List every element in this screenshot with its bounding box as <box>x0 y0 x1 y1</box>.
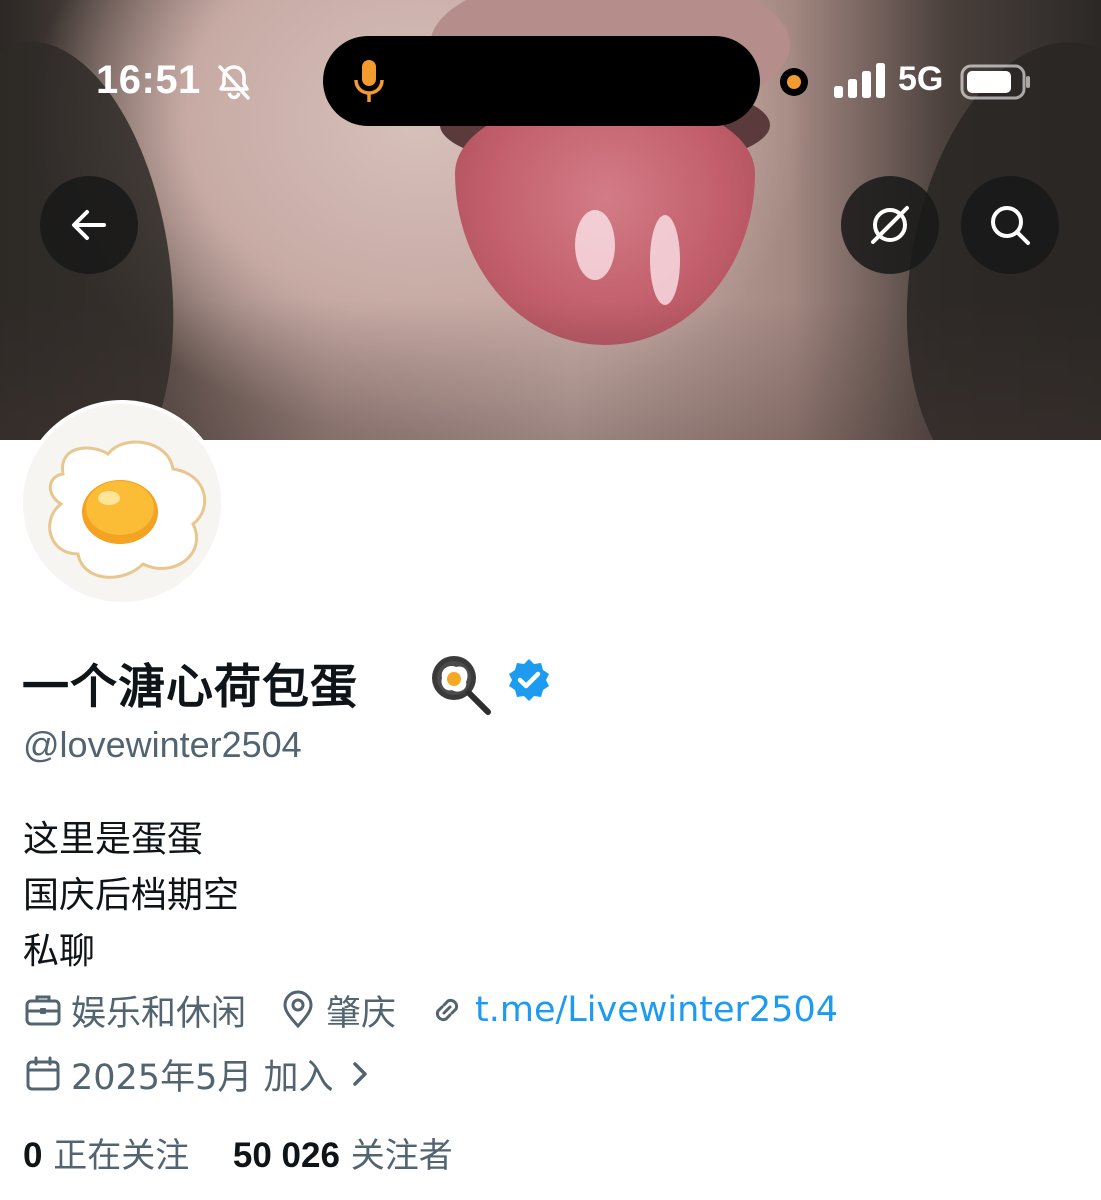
calendar-icon <box>26 1056 60 1091</box>
banner-highlight <box>575 210 615 280</box>
status-time: 16:51 <box>96 58 201 102</box>
followers-label: 关注者 <box>350 1136 453 1176</box>
signal-icon <box>834 63 885 98</box>
bell-slash-icon <box>218 65 250 100</box>
avatar[interactable] <box>23 404 221 602</box>
joined-label: 2025年5月 加入 <box>71 1057 334 1098</box>
profile-joined[interactable]: 2025年5月 加入 <box>23 1050 375 1098</box>
search-icon <box>991 206 1030 245</box>
network-type: 5G <box>898 60 944 98</box>
display-name: 一个溏心荷包蛋 <box>22 660 358 715</box>
battery-icon <box>960 64 1030 100</box>
following-count: 0 <box>23 1136 43 1175</box>
profile-stats: 0 正在关注 50 026 关注者 <box>23 1128 453 1177</box>
fried-egg-avatar <box>48 440 207 579</box>
link-icon <box>435 998 459 1022</box>
followers-stat[interactable]: 50 026 关注者 <box>233 1136 453 1176</box>
dynamic-island <box>323 36 760 126</box>
location-pin-icon <box>283 990 313 1029</box>
arrow-left-icon <box>72 210 106 240</box>
banner-highlight <box>650 215 680 305</box>
bio-line: 私聊 <box>23 931 96 972</box>
search-button[interactable] <box>961 176 1059 274</box>
grok-icon <box>871 206 909 244</box>
recording-dot-icon <box>780 68 808 96</box>
following-stat[interactable]: 0 正在关注 <box>23 1136 189 1176</box>
category-label: 娱乐和休闲 <box>71 993 247 1034</box>
chevron-right-icon <box>353 1062 368 1086</box>
verified-badge-icon[interactable] <box>506 657 552 703</box>
microphone-icon <box>354 60 384 102</box>
profile-link[interactable]: t.me/Livewinter2504 <box>427 986 838 1034</box>
frying-pan-egg-emoji <box>432 656 491 715</box>
briefcase-icon <box>25 995 61 1026</box>
grok-button[interactable] <box>841 176 939 274</box>
location-label: 肇庆 <box>326 993 397 1034</box>
following-label: 正在关注 <box>53 1136 190 1176</box>
link-label[interactable]: t.me/Livewinter2504 <box>475 990 838 1030</box>
bio-line: 国庆后档期空 <box>23 875 240 916</box>
profile-handle: @lovewinter2504 <box>23 724 302 765</box>
bio-line: 这里是蛋蛋 <box>23 819 204 860</box>
followers-count: 50 026 <box>232 1136 340 1175</box>
back-button[interactable] <box>40 176 138 274</box>
profile-location: 肇庆 <box>278 986 396 1034</box>
profile-category: 娱乐和休闲 <box>23 986 246 1034</box>
